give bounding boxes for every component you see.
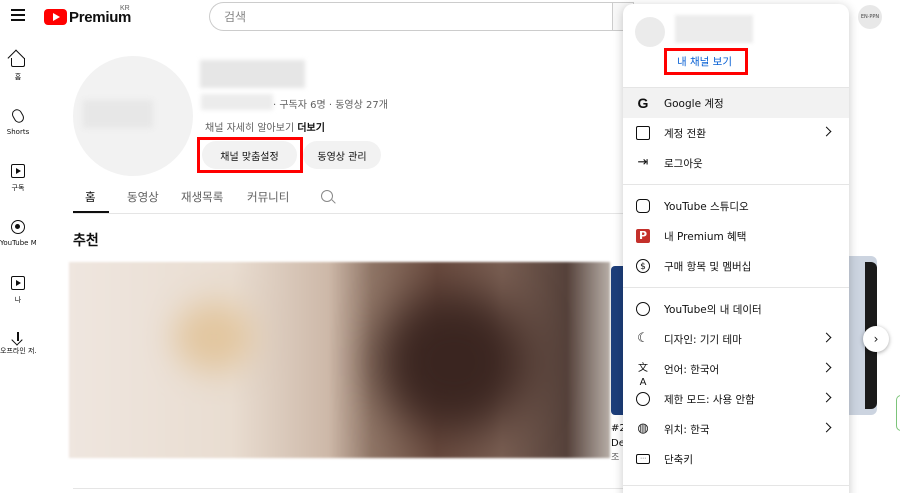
globe-icon: ◍ <box>637 421 649 436</box>
chevron-right-icon[interactable]: › <box>863 326 889 352</box>
sidebar-item-label: 홈 <box>14 73 22 81</box>
account-name-redacted <box>675 15 753 43</box>
sidebar-item-label: Shorts <box>6 128 30 136</box>
you-icon <box>11 276 25 290</box>
subscriptions-icon <box>11 164 25 178</box>
sidebar-item-you[interactable]: 나 <box>0 276 36 305</box>
channel-name-redacted <box>200 60 305 88</box>
featured-video-thumbnail[interactable] <box>69 262 610 458</box>
menu-item-label: 언어: 한국어 <box>664 364 720 376</box>
premium-icon: P <box>636 229 650 243</box>
tab-playlists[interactable]: 재생목록 <box>181 189 223 205</box>
sidebar-item-label: 나 <box>14 296 22 304</box>
menu-item-label: 디자인: 기기 테마 <box>664 334 742 346</box>
studio-icon <box>636 199 650 213</box>
avatar-text: EN·PPN <box>860 14 880 20</box>
divider <box>623 287 849 288</box>
sidebar-item-subscriptions[interactable]: 구독 <box>0 164 36 193</box>
data-shield-icon <box>636 302 650 316</box>
chevron-right-icon <box>821 362 832 373</box>
side-tab-handle[interactable] <box>896 395 900 431</box>
sidebar-item-label: 오프라인 저... <box>0 347 36 355</box>
home-icon <box>11 58 25 67</box>
youtube-premium-logo[interactable]: Premium <box>44 8 131 26</box>
customize-channel-label: 채널 맞춤설정 <box>220 151 279 163</box>
sidebar-item-home[interactable]: 홈 <box>0 53 36 82</box>
search-input[interactable]: 검색 <box>209 2 613 31</box>
menu-item-label: 제한 모드: 사용 안함 <box>664 394 755 406</box>
more-link[interactable]: 더보기 <box>297 123 325 134</box>
section-title: 추천 <box>73 233 99 249</box>
channel-handle-redacted <box>201 94 273 110</box>
menu-item-switch-account[interactable]: 계정 전환 <box>623 118 849 148</box>
chevron-right-icon <box>821 422 832 433</box>
menu-item-label: 내 Premium 혜택 <box>664 231 747 243</box>
menu-item-studio[interactable]: YouTube 스튜디오 <box>623 191 849 221</box>
menu-item-appearance[interactable]: ☾ 디자인: 기기 테마 <box>623 324 849 354</box>
search-placeholder: 검색 <box>224 10 247 24</box>
manage-videos-label: 동영상 관리 <box>317 151 367 163</box>
menu-item-your-data[interactable]: YouTube의 내 데이터 <box>623 294 849 324</box>
divider <box>623 184 849 185</box>
menu-item-label: 로그아웃 <box>664 158 703 170</box>
menu-icon[interactable] <box>11 9 25 21</box>
menu-item-label: 구매 항목 및 멤버십 <box>664 261 752 273</box>
chevron-right-icon <box>821 126 832 137</box>
channel-description[interactable]: 채널 자세히 알아보기 더보기 <box>205 119 325 134</box>
menu-item-label: Google 계정 <box>664 98 724 110</box>
logo-region-code: KR <box>120 5 130 12</box>
dollar-icon: $ <box>636 259 650 273</box>
menu-avatar <box>635 17 665 47</box>
moon-icon: ☾ <box>637 331 649 346</box>
menu-item-language[interactable]: 文A 언어: 한국어 <box>623 354 849 388</box>
manage-videos-button[interactable]: 동영상 관리 <box>303 141 381 169</box>
tab-community[interactable]: 커뮤니티 <box>247 189 289 205</box>
menu-item-label: YouTube의 내 데이터 <box>664 304 762 316</box>
active-tab-indicator <box>73 211 109 213</box>
restricted-icon <box>636 392 650 406</box>
chevron-right-icon <box>821 332 832 343</box>
menu-item-purchases[interactable]: $ 구매 항목 및 멤버십 <box>623 251 849 281</box>
menu-item-restricted-mode[interactable]: 제한 모드: 사용 안함 <box>623 384 849 414</box>
menu-item-label: YouTube 스튜디오 <box>664 201 749 213</box>
channel-meta: · 구독자 6명 · 동영상 27개 <box>273 100 388 111</box>
keyboard-icon: ⋯ <box>636 454 650 464</box>
download-icon <box>17 332 19 341</box>
video-thumbnail[interactable] <box>611 266 623 415</box>
tab-videos[interactable]: 동영상 <box>127 189 159 205</box>
sidebar-item-youtube-music[interactable]: YouTube Mu... <box>0 220 36 247</box>
sign-out-icon: ⇥ <box>637 155 649 170</box>
tab-home[interactable]: 홈 <box>85 189 96 205</box>
menu-item-label: 단축키 <box>664 454 693 466</box>
avatar[interactable]: EN·PPN <box>858 5 882 29</box>
menu-item-label: 계정 전환 <box>664 128 706 140</box>
divider <box>623 485 849 486</box>
search-icon[interactable] <box>321 190 333 202</box>
sidebar-item-downloads[interactable]: 오프라인 저... <box>0 332 36 356</box>
customize-channel-button[interactable]: 채널 맞춤설정 <box>202 141 297 169</box>
sidebar-item-shorts[interactable]: Shorts <box>0 107 36 136</box>
view-channel-link[interactable]: 내 채널 보기 <box>677 54 732 69</box>
channel-description-text: 채널 자세히 알아보기 <box>205 123 295 134</box>
menu-item-sign-out[interactable]: ⇥ 로그아웃 <box>623 148 849 178</box>
menu-item-location[interactable]: ◍ 위치: 한국 <box>623 414 849 444</box>
translate-icon: 文A <box>638 363 648 388</box>
account-menu: 내 채널 보기 G Google 계정 계정 전환 ⇥ 로그아웃 YouTube… <box>623 4 849 493</box>
chevron-right-icon <box>821 392 832 403</box>
sidebar-item-label: YouTube Mu... <box>0 239 36 247</box>
youtube-music-icon <box>11 220 25 234</box>
sidebar-item-label: 구독 <box>11 184 25 192</box>
youtube-play-icon <box>44 9 67 25</box>
google-icon: G <box>637 95 649 111</box>
menu-item-keyboard-shortcuts[interactable]: ⋯ 단축키 <box>623 444 849 474</box>
menu-item-premium-benefits[interactable]: P 내 Premium 혜택 <box>623 221 849 251</box>
channel-avatar[interactable] <box>73 56 193 176</box>
switch-account-icon <box>636 126 650 140</box>
shorts-icon <box>10 107 26 125</box>
menu-item-google-account[interactable]: G Google 계정 <box>623 88 849 118</box>
menu-item-label: 위치: 한국 <box>664 424 710 436</box>
